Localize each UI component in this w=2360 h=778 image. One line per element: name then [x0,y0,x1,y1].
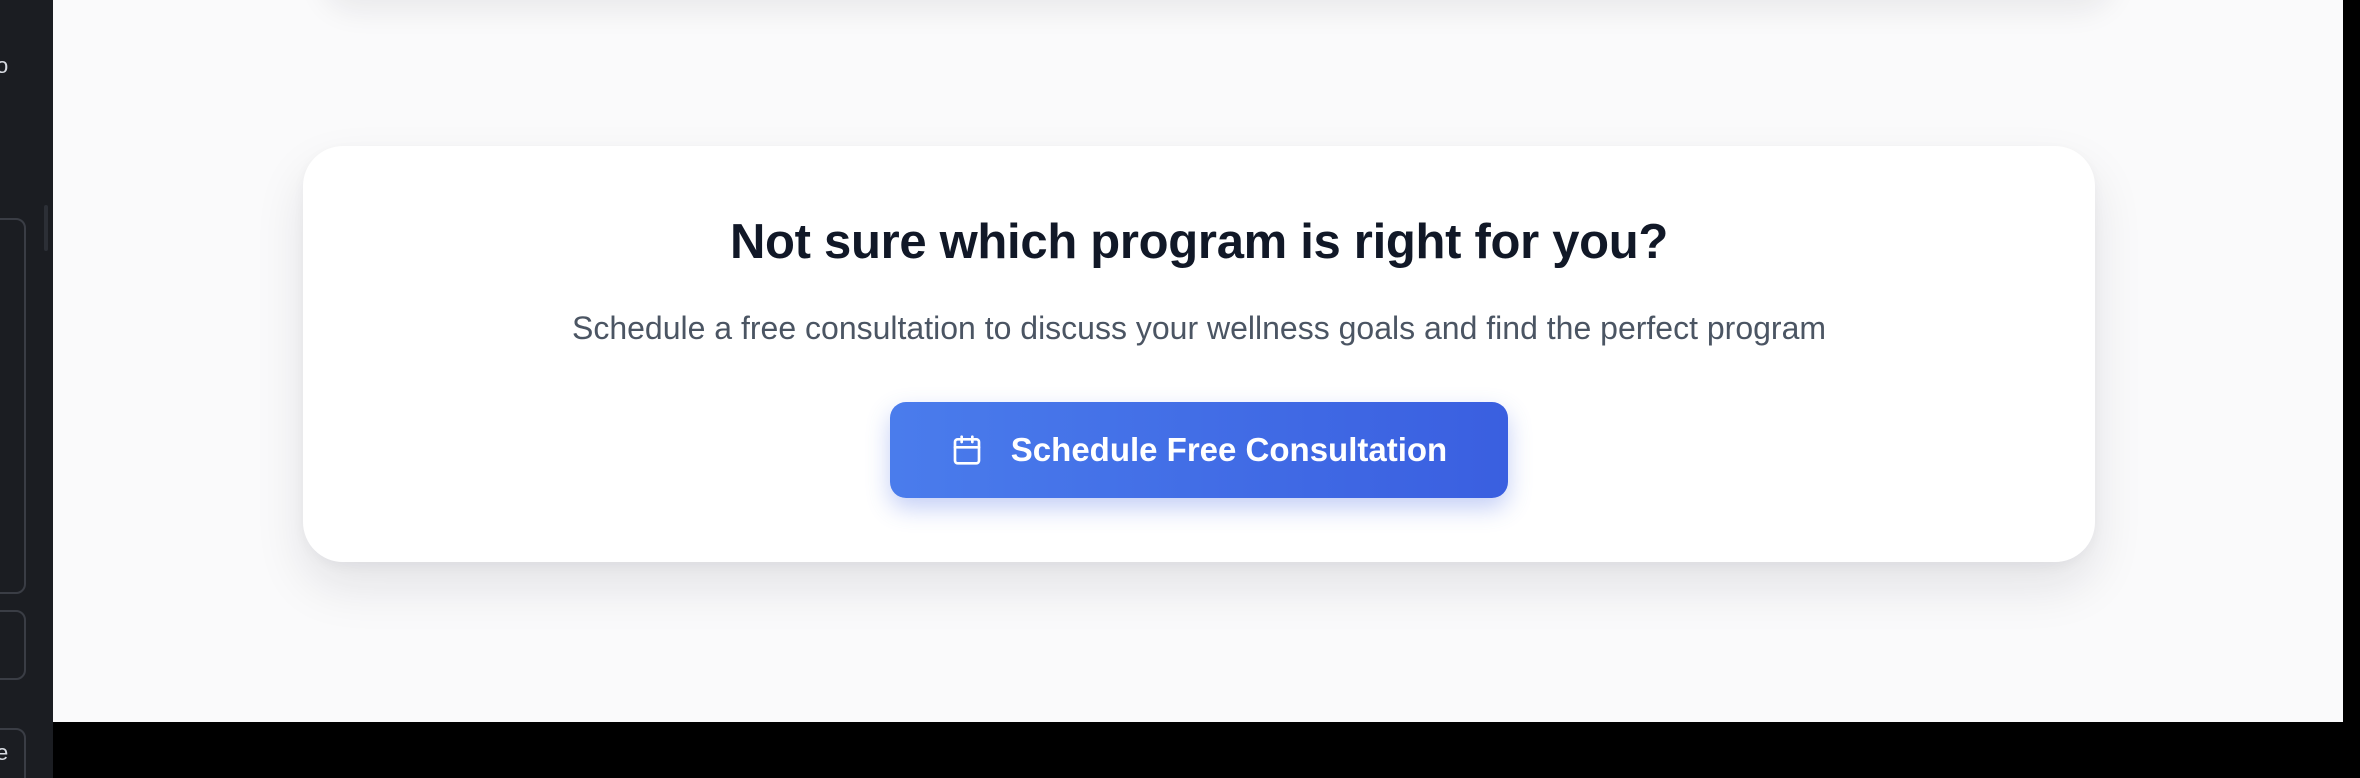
truncated-text: o [0,53,9,78]
left-sidebar: o e [0,0,53,778]
consultation-cta-card: Not sure which program is right for you?… [303,146,2095,562]
cta-subtitle: Schedule a free consultation to discuss … [571,310,1827,346]
button-label: Schedule Free Consultation [1010,431,1448,468]
cta-title: Not sure which program is right for you? [729,215,1669,269]
page-preview: Not sure which program is right for you?… [53,0,2343,722]
sidebar-panel[interactable] [0,218,26,594]
schedule-consultation-button[interactable]: Schedule Free Consultation [890,402,1508,498]
truncated-text: e [0,740,9,765]
calendar-icon [951,434,983,466]
bottom-bar [53,722,2360,778]
resize-handle[interactable] [44,205,48,251]
app-window: o e Not sure which program is right for … [0,0,2360,778]
right-edge [2343,0,2360,778]
sidebar-panel[interactable] [0,610,26,680]
